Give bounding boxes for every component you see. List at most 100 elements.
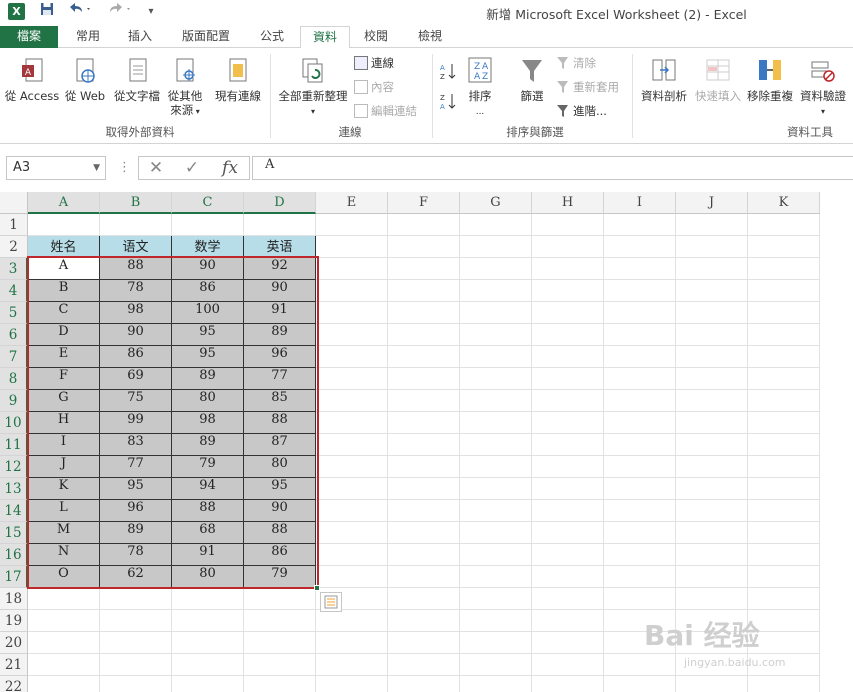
table-header-cell[interactable]: 英语 bbox=[244, 236, 316, 258]
column-header[interactable]: I bbox=[604, 192, 676, 214]
tab-home[interactable]: 常用 bbox=[64, 26, 112, 48]
cell[interactable] bbox=[388, 412, 460, 434]
table-cell[interactable]: 75 bbox=[100, 390, 172, 412]
table-cell[interactable]: B bbox=[28, 280, 100, 302]
table-cell[interactable]: 98 bbox=[172, 412, 244, 434]
cell[interactable] bbox=[748, 258, 820, 280]
table-cell[interactable]: 69 bbox=[100, 368, 172, 390]
cell[interactable] bbox=[748, 390, 820, 412]
row-header[interactable]: 17 bbox=[0, 566, 28, 588]
table-cell[interactable]: 92 bbox=[244, 258, 316, 280]
cell[interactable] bbox=[748, 434, 820, 456]
table-cell[interactable]: 90 bbox=[244, 280, 316, 302]
cell[interactable] bbox=[388, 236, 460, 258]
table-cell[interactable]: 100 bbox=[172, 302, 244, 324]
cell[interactable] bbox=[460, 390, 532, 412]
cell[interactable] bbox=[460, 368, 532, 390]
cell[interactable] bbox=[604, 566, 676, 588]
reapply-button[interactable]: 重新套用 bbox=[556, 78, 619, 96]
cell[interactable] bbox=[28, 610, 100, 632]
table-cell[interactable]: L bbox=[28, 500, 100, 522]
cell[interactable] bbox=[748, 368, 820, 390]
cell[interactable] bbox=[532, 434, 604, 456]
cell[interactable] bbox=[100, 214, 172, 236]
cell[interactable] bbox=[388, 588, 460, 610]
cell[interactable] bbox=[532, 258, 604, 280]
cell[interactable] bbox=[748, 280, 820, 302]
cell[interactable] bbox=[676, 368, 748, 390]
connections-button[interactable]: 連線 bbox=[354, 54, 394, 72]
table-cell[interactable]: 77 bbox=[100, 456, 172, 478]
column-header[interactable]: J bbox=[676, 192, 748, 214]
cell[interactable] bbox=[532, 566, 604, 588]
row-header[interactable]: 1 bbox=[0, 214, 28, 236]
cell[interactable] bbox=[28, 588, 100, 610]
cell[interactable] bbox=[604, 412, 676, 434]
table-cell[interactable]: 89 bbox=[172, 434, 244, 456]
cell[interactable] bbox=[532, 676, 604, 692]
cell[interactable] bbox=[532, 456, 604, 478]
row-header[interactable]: 11 bbox=[0, 434, 28, 456]
table-cell[interactable]: 89 bbox=[172, 368, 244, 390]
cell[interactable] bbox=[532, 412, 604, 434]
column-header[interactable]: C bbox=[172, 192, 244, 214]
cell[interactable] bbox=[316, 544, 388, 566]
cell[interactable] bbox=[748, 478, 820, 500]
table-cell[interactable]: 62 bbox=[100, 566, 172, 588]
cell[interactable] bbox=[748, 522, 820, 544]
row-header[interactable]: 12 bbox=[0, 456, 28, 478]
cell[interactable] bbox=[100, 632, 172, 654]
existing-connections-button[interactable]: 現有連線 bbox=[210, 56, 266, 103]
cell[interactable] bbox=[604, 324, 676, 346]
table-cell[interactable]: 88 bbox=[244, 522, 316, 544]
clear-button[interactable]: 清除 bbox=[556, 54, 596, 72]
row-header[interactable]: 22 bbox=[0, 676, 28, 692]
table-cell[interactable]: 91 bbox=[172, 544, 244, 566]
cell[interactable] bbox=[316, 434, 388, 456]
cell[interactable] bbox=[316, 324, 388, 346]
cell[interactable] bbox=[676, 522, 748, 544]
table-cell[interactable]: 80 bbox=[244, 456, 316, 478]
cell[interactable] bbox=[604, 588, 676, 610]
cell[interactable] bbox=[244, 676, 316, 692]
cell[interactable] bbox=[100, 654, 172, 676]
table-cell[interactable]: 94 bbox=[172, 478, 244, 500]
row-header[interactable]: 3 bbox=[0, 258, 28, 280]
cell[interactable] bbox=[316, 214, 388, 236]
properties-button[interactable]: 內容 bbox=[354, 78, 394, 96]
column-header[interactable]: B bbox=[100, 192, 172, 214]
cell[interactable] bbox=[244, 588, 316, 610]
column-header[interactable]: F bbox=[388, 192, 460, 214]
cell[interactable] bbox=[172, 676, 244, 692]
cell[interactable] bbox=[460, 258, 532, 280]
insert-function-icon[interactable]: fx bbox=[217, 157, 243, 179]
table-cell[interactable]: M bbox=[28, 522, 100, 544]
cell[interactable] bbox=[316, 390, 388, 412]
table-cell[interactable]: 78 bbox=[100, 544, 172, 566]
row-header[interactable]: 9 bbox=[0, 390, 28, 412]
column-header[interactable]: H bbox=[532, 192, 604, 214]
cell[interactable] bbox=[244, 654, 316, 676]
table-cell[interactable]: 90 bbox=[100, 324, 172, 346]
cell[interactable] bbox=[460, 280, 532, 302]
cell[interactable] bbox=[388, 676, 460, 692]
cell[interactable] bbox=[676, 214, 748, 236]
cell[interactable] bbox=[604, 346, 676, 368]
cell[interactable] bbox=[748, 412, 820, 434]
cell[interactable] bbox=[460, 478, 532, 500]
cell[interactable] bbox=[460, 302, 532, 324]
row-header[interactable]: 7 bbox=[0, 346, 28, 368]
cell[interactable] bbox=[388, 544, 460, 566]
cell[interactable] bbox=[460, 236, 532, 258]
table-cell[interactable]: 95 bbox=[172, 324, 244, 346]
text-to-columns-button[interactable]: 資料剖析 bbox=[636, 56, 692, 103]
cell[interactable] bbox=[532, 302, 604, 324]
cell[interactable] bbox=[460, 456, 532, 478]
cell[interactable] bbox=[676, 566, 748, 588]
cell[interactable] bbox=[316, 676, 388, 692]
table-cell[interactable]: J bbox=[28, 456, 100, 478]
active-cell[interactable]: A bbox=[28, 258, 100, 280]
table-cell[interactable]: 88 bbox=[100, 258, 172, 280]
cell[interactable] bbox=[676, 280, 748, 302]
table-cell[interactable]: 91 bbox=[244, 302, 316, 324]
